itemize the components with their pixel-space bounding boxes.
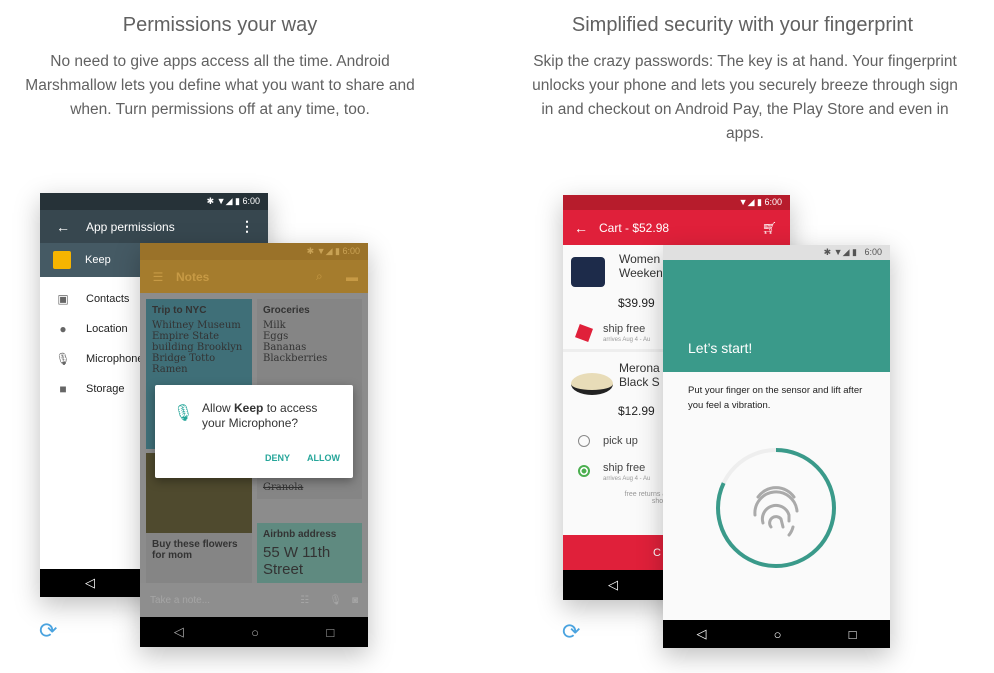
back-nav-icon[interactable]: ◁	[608, 577, 618, 593]
toolbar-title: Cart - $52.98	[599, 220, 670, 235]
item: Blackberries	[263, 353, 328, 364]
contacts-icon: ▣	[57, 292, 69, 306]
toolbar: ← Cart - $52.98 🛒︎	[563, 210, 790, 245]
hat-image	[571, 373, 613, 395]
allow-button[interactable]: ALLOW	[307, 453, 340, 463]
note-placeholder: Take a note...	[150, 594, 211, 606]
home-nav-icon[interactable]: ○	[251, 625, 259, 640]
dialog-message: Allow Keep to access your Microphone?	[202, 401, 342, 431]
list-icon[interactable]: ☷	[300, 595, 309, 606]
search-icon[interactable]: ⌕	[316, 269, 346, 284]
ship-sub: arrives Aug 4 - Au	[603, 476, 651, 482]
note-flowers[interactable]: Buy these flowers for mom	[146, 533, 252, 583]
label: Storage	[86, 383, 125, 395]
toolbar: ← App permissions ⋮	[40, 210, 268, 243]
microphone-icon: 🎙︎	[173, 405, 194, 422]
item-name: Women Weeken	[619, 252, 663, 280]
bag-image	[571, 257, 605, 287]
note-body: Whitney Museum Empire State building Bro…	[152, 320, 243, 375]
toolbar: ☰ Notes ⌕ ▬	[140, 260, 368, 293]
note-title: Airbnb address	[263, 529, 337, 540]
label: Location	[86, 323, 128, 335]
item-name: Merona Black S	[619, 361, 660, 389]
pickup-radio[interactable]	[578, 435, 590, 447]
ship-label: ship free	[603, 462, 646, 474]
menu-icon[interactable]: ☰	[140, 270, 176, 284]
header-title: Let’s start!	[688, 340, 753, 356]
back-arrow-icon[interactable]: ←	[563, 220, 599, 236]
fingerprint-progress	[716, 448, 836, 568]
sync-icon[interactable]: ⟳	[562, 619, 580, 645]
teal-header: Let’s start!	[663, 260, 890, 372]
back-nav-icon[interactable]: ◁	[174, 624, 184, 640]
status-time: 6:00	[342, 246, 360, 256]
note-title: Groceries	[263, 305, 310, 316]
ship-free-radio[interactable]	[578, 465, 590, 477]
label: Contacts	[86, 293, 130, 305]
instruction-text: Put your finger on the sensor and lift a…	[688, 385, 863, 411]
more-icon[interactable]: ⋮	[240, 218, 268, 235]
item: Milk	[263, 320, 286, 331]
camera-icon[interactable]: ◙	[352, 595, 358, 606]
back-nav-icon[interactable]: ◁	[85, 575, 95, 591]
back-arrow-icon[interactable]: ←	[40, 219, 86, 235]
mic-icon[interactable]: 🎙︎	[329, 595, 342, 606]
nav-bar: ◁ ○ □	[663, 620, 890, 648]
note-airbnb[interactable]: Airbnb address 55 W 11th Street	[257, 523, 362, 583]
pickup-label: pick up	[603, 435, 638, 447]
view-icon[interactable]: ▬	[346, 270, 368, 284]
item-price: $39.99	[618, 296, 655, 310]
right-description: Skip the crazy passwords: The key is at …	[532, 53, 958, 142]
location-icon: ●	[59, 322, 67, 336]
status-time: 6:00	[242, 196, 260, 206]
permission-dialog: 🎙︎ Allow Keep to access your Microphone?…	[155, 385, 353, 478]
ship-label: ship free	[603, 323, 646, 335]
deny-button[interactable]: DENY	[265, 453, 290, 463]
home-nav-icon[interactable]: ○	[774, 627, 782, 642]
item-price: $12.99	[618, 404, 655, 418]
item-done: Granola	[263, 482, 304, 493]
left-description: No need to give apps access all the time…	[25, 53, 415, 118]
msg: Allow	[202, 401, 235, 415]
left-heading: Permissions your way	[122, 14, 318, 36]
fingerprint-icon	[753, 486, 799, 537]
recents-nav-icon[interactable]: □	[849, 627, 857, 642]
ship-sub: arrives Aug 4 - Au	[603, 337, 651, 343]
microphone-icon: 🎙︎	[55, 352, 71, 366]
note-body: 55 W 11th Street	[263, 544, 331, 578]
note-input[interactable]: Take a note... ☷ 🎙︎ ◙	[140, 583, 368, 617]
sync-icon[interactable]: ⟳	[39, 618, 57, 644]
keep-icon	[53, 251, 71, 269]
label: Microphone	[86, 353, 144, 365]
item: Eggs	[263, 331, 289, 342]
back-nav-icon[interactable]: ◁	[697, 626, 707, 642]
recents-nav-icon[interactable]: □	[326, 625, 334, 640]
nav-bar: ◁ ○ □	[140, 617, 368, 647]
msg-app: Keep	[234, 401, 264, 415]
cart-icon[interactable]: 🛒︎	[762, 221, 790, 235]
status-time: 6:00	[764, 197, 782, 207]
toolbar-title: Notes	[176, 269, 210, 284]
status-time: 6:00	[864, 247, 882, 257]
folder-icon: ■	[59, 382, 67, 396]
toolbar-title: App permissions	[86, 219, 175, 234]
fingerprint-phone: ✱ ▼◢ ▮ 6:00 Let’s start! Put your finger…	[663, 245, 890, 648]
item: Bananas	[263, 342, 307, 353]
returns-text: free returns & shop	[624, 491, 667, 505]
checkout-label: C	[653, 547, 661, 559]
right-heading: Simplified security with your fingerprin…	[571, 14, 914, 36]
ship-icon	[575, 324, 593, 342]
note-title: Buy these flowers for mom	[152, 539, 238, 561]
app-name: Keep	[85, 254, 111, 266]
note-title: Trip to NYC	[152, 305, 207, 316]
